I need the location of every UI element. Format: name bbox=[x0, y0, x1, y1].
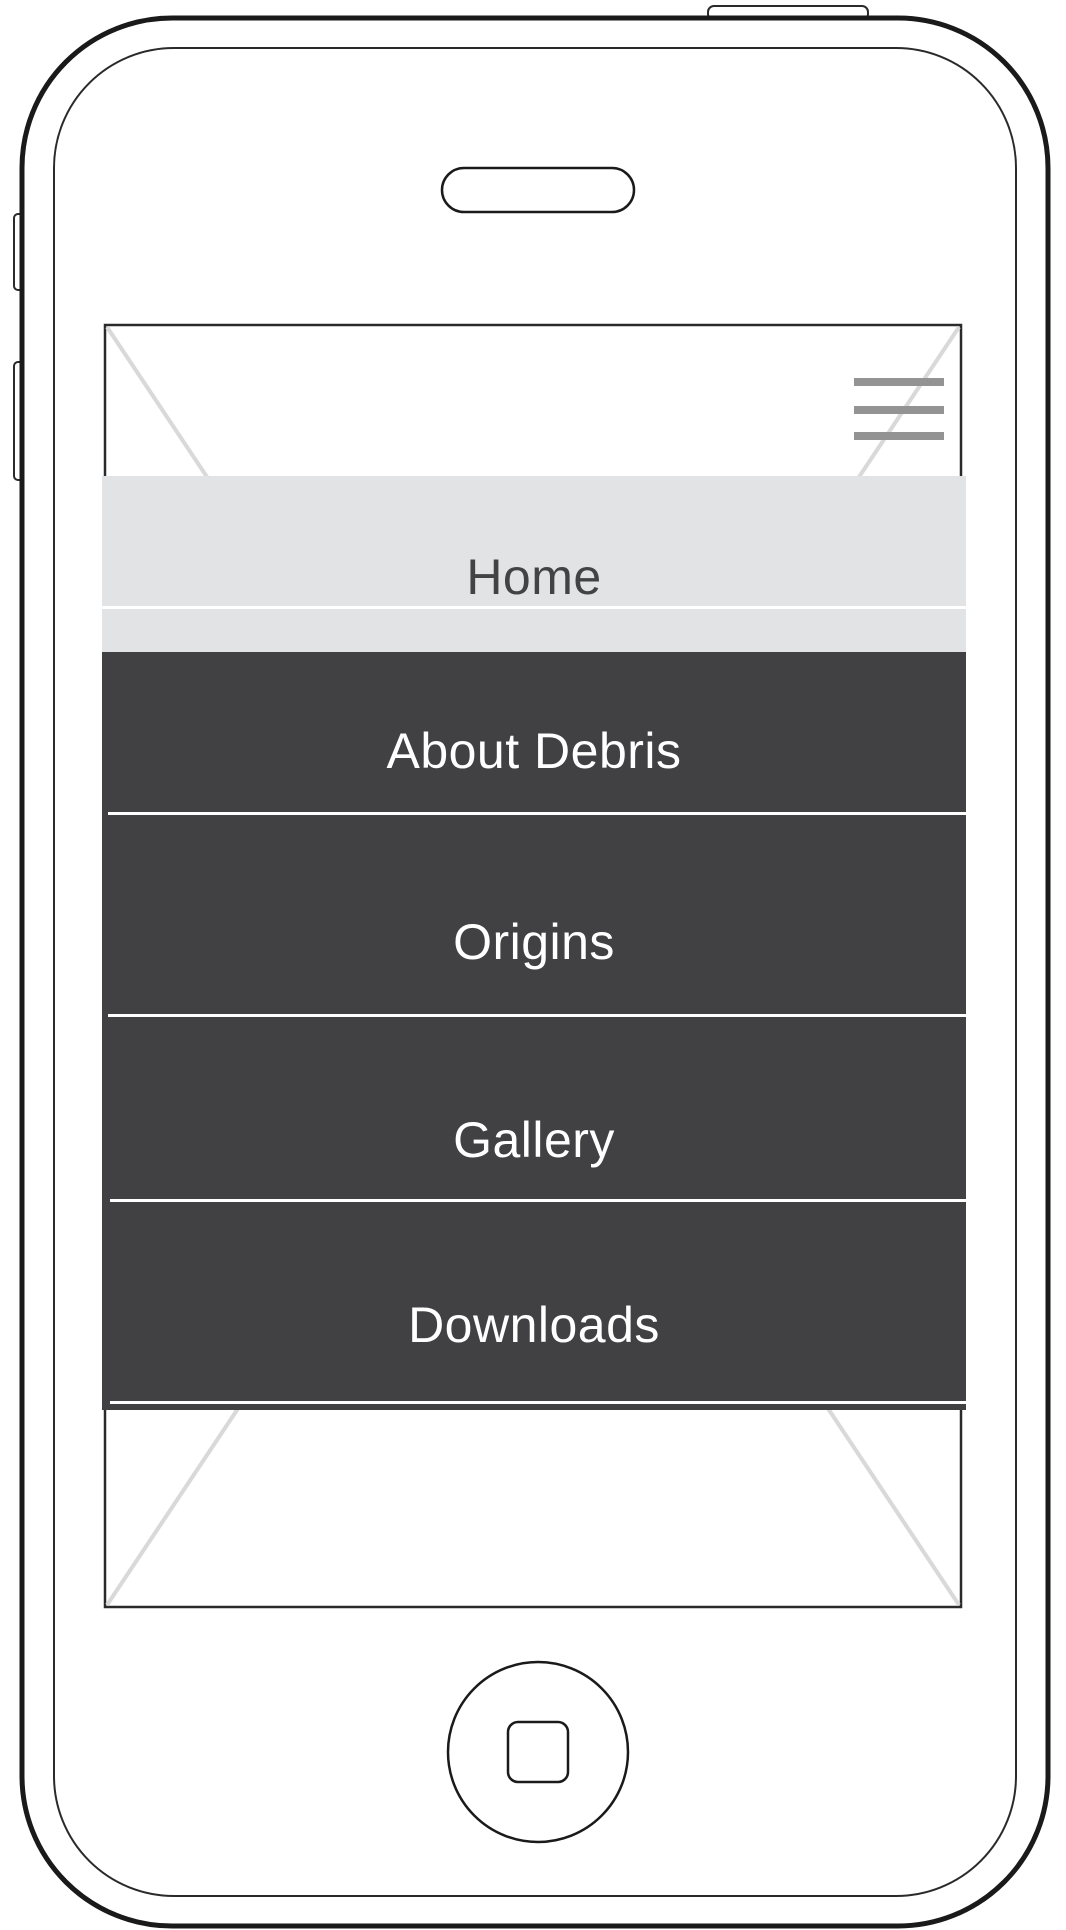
hamburger-bar bbox=[854, 378, 944, 386]
menu-divider bbox=[102, 606, 966, 609]
menu-item-label: Origins bbox=[453, 914, 615, 970]
navigation-menu: Home About Debris Origins Gallery Downlo… bbox=[102, 476, 966, 1410]
menu-item-downloads[interactable]: Downloads bbox=[102, 1202, 966, 1410]
hamburger-icon[interactable] bbox=[850, 352, 944, 440]
menu-item-about-debris[interactable]: About Debris bbox=[102, 652, 966, 815]
menu-item-origins[interactable]: Origins bbox=[102, 815, 966, 1017]
menu-item-label: Downloads bbox=[408, 1297, 660, 1353]
menu-item-home[interactable]: Home bbox=[102, 476, 966, 652]
menu-item-label: Gallery bbox=[453, 1112, 615, 1168]
menu-item-label: Home bbox=[466, 549, 602, 605]
home-button-square bbox=[506, 1720, 570, 1784]
speaker-slot-icon bbox=[440, 166, 636, 214]
hamburger-bar bbox=[854, 432, 944, 440]
menu-item-gallery[interactable]: Gallery bbox=[102, 1017, 966, 1202]
hamburger-bar bbox=[854, 406, 944, 414]
menu-divider bbox=[110, 1401, 966, 1404]
menu-item-label: About Debris bbox=[386, 723, 682, 779]
